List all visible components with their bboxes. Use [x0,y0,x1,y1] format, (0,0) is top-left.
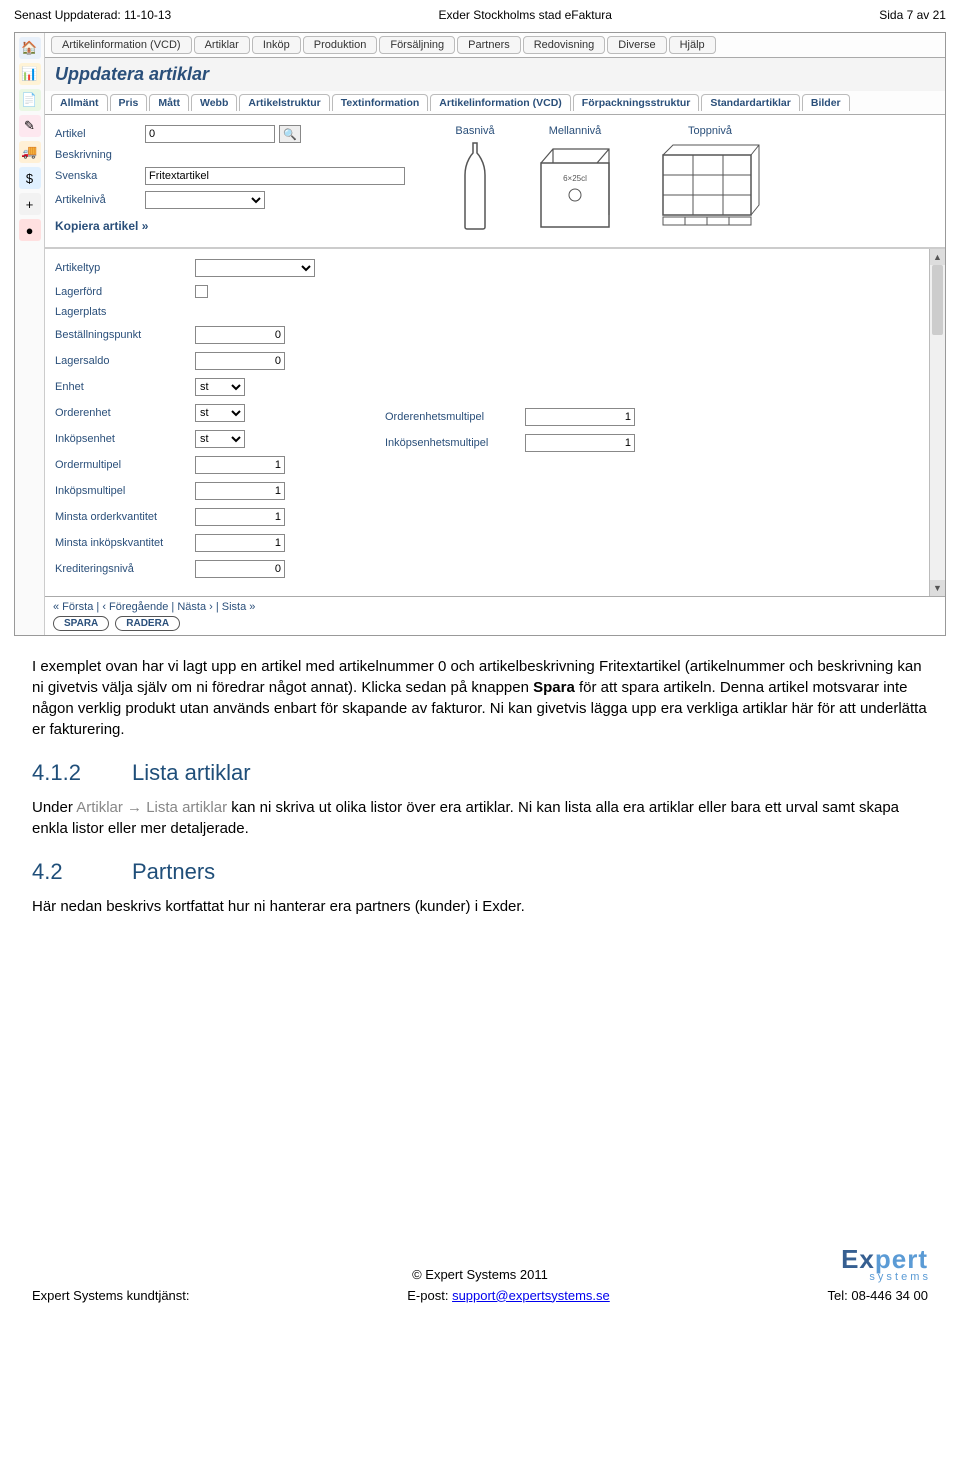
label-lagerford: Lagerförd [55,286,195,298]
app-sidebar: 🏠 📊 📄 ✎ 🚚 $ + ● [15,33,45,635]
scroll-thumb[interactable] [932,265,943,335]
label-artikelniva: Artikelnivå [55,194,145,206]
label-inkopsenhetsmultipel: Inköpsenhetsmultipel [385,437,525,449]
enhet-select[interactable]: st [195,378,245,396]
scroll-up-icon[interactable]: ▲ [930,249,945,265]
artikelniva-select[interactable] [145,191,265,209]
label-lagersaldo: Lagersaldo [55,355,195,367]
subtab[interactable]: Förpackningsstruktur [573,94,700,111]
sidebar-icon[interactable]: 📄 [19,89,41,111]
menu-item[interactable]: Produktion [303,36,378,54]
label-inkopsenhet: Inköpsenhet [55,433,195,445]
sidebar-icon[interactable]: $ [19,167,41,189]
svenska-input[interactable] [145,167,405,185]
pallet-icon [655,141,765,231]
label-artikel: Artikel [55,128,145,140]
doc-last-updated: Senast Uppdaterad: 11-10-13 [14,8,171,22]
ordermultipel-input[interactable] [195,456,285,474]
label-beskrivning: Beskrivning [55,149,145,161]
box-icon: 6×25cl [535,141,615,231]
minsta-inkopskvantitet-input[interactable] [195,534,285,552]
subtab[interactable]: Artikelinformation (VCD) [430,94,571,111]
copyright-text: © Expert Systems 2011 [32,1267,928,1282]
doc-title: Exder Stockholms stad eFaktura [439,8,612,22]
bestallningspunkt-input[interactable] [195,326,285,344]
menu-item[interactable]: Diverse [607,36,666,54]
menu-item[interactable]: Artiklar [194,36,250,54]
label-artikeltyp: Artikeltyp [55,262,195,274]
footer-left: Expert Systems kundtjänst: [32,1288,190,1303]
label-bestallningspunkt: Beställningspunkt [55,329,195,341]
label-minsta-orderkvantitet: Minsta orderkvantitet [55,511,195,523]
label-toppniva: Toppnivå [688,125,732,137]
spara-button[interactable]: SPARA [53,616,109,631]
inkopsmultipel-input[interactable] [195,482,285,500]
heading-4-1-2: 4.1.2Lista artiklar [32,758,928,789]
menu-item[interactable]: Partners [457,36,521,54]
subtab[interactable]: Pris [110,94,148,111]
subtab[interactable]: Standardartiklar [701,94,800,111]
inkopsenhet-select[interactable]: st [195,430,245,448]
app-menubar: Artikelinformation (VCD)ArtiklarInköpPro… [45,33,945,58]
menu-item[interactable]: Försäljning [379,36,455,54]
kopiera-artikel-link[interactable]: Kopiera artikel » [55,215,435,237]
orderenhet-select[interactable]: st [195,404,245,422]
label-enhet: Enhet [55,381,195,393]
paragraph-2: Under Artiklar → Lista artiklar kan ni s… [32,797,928,839]
menu-item[interactable]: Artikelinformation (VCD) [51,36,192,54]
menu-item[interactable]: Inköp [252,36,301,54]
label-lagerplats: Lagerplats [55,306,195,318]
sidebar-icon[interactable]: + [19,193,41,215]
sidebar-icon[interactable]: 🏠 [19,37,41,59]
sidebar-icon[interactable]: 📊 [19,63,41,85]
doc-page-num: Sida 7 av 21 [879,8,946,22]
support-email-link[interactable]: support@expertsystems.se [452,1288,610,1303]
menu-item[interactable]: Redovisning [523,36,606,54]
label-krediteringsniva: Krediteringsnivå [55,563,195,575]
footer-right: Tel: 08-446 34 00 [828,1288,928,1303]
pager-links[interactable]: « Första | ‹ Föregående | Nästa › | Sist… [53,601,937,613]
expert-systems-logo: Expert s y s t e m s [841,1244,928,1283]
svg-text:6×25cl: 6×25cl [563,174,587,183]
lagersaldo-input[interactable] [195,352,285,370]
label-inkopsmultipel: Inköpsmultipel [55,485,195,497]
artikel-input[interactable] [145,125,275,143]
label-svenska: Svenska [55,170,145,182]
label-orderenhet: Orderenhet [55,407,195,419]
menu-item[interactable]: Hjälp [669,36,716,54]
artikeltyp-select[interactable] [195,259,315,277]
sidebar-icon[interactable]: ✎ [19,115,41,137]
subtab-bar: AllmäntPrisMåttWebbArtikelstrukturTextin… [45,91,945,115]
heading-4-2: 4.2Partners [32,857,928,888]
scroll-down-icon[interactable]: ▼ [930,580,945,596]
subtab[interactable]: Webb [191,94,237,111]
lagerford-checkbox[interactable] [195,285,208,298]
radera-button[interactable]: RADERA [115,616,180,631]
page-title: Uppdatera artiklar [45,58,945,91]
label-basniva: Basnivå [455,125,494,137]
subtab[interactable]: Textinformation [332,94,429,111]
subtab[interactable]: Allmänt [51,94,108,111]
inkopsenhetsmultipel-input[interactable] [525,434,635,452]
sidebar-icon[interactable]: ● [19,219,41,241]
label-minsta-inkopskvantitet: Minsta inköpskvantitet [55,537,195,549]
krediteringsniva-input[interactable] [195,560,285,578]
subtab[interactable]: Bilder [802,94,850,111]
footer-mid: E-post: support@expertsystems.se [407,1288,610,1303]
sidebar-icon[interactable]: 🚚 [19,141,41,163]
app-screenshot: 🏠📊📄✎🚚$+● Artikelinformation (VCD)Artikla… [14,32,946,636]
subtab[interactable]: Artikelstruktur [239,94,329,111]
label-orderenhetsmultipel: Orderenhetsmultipel [385,411,525,423]
paragraph-1: I exemplet ovan har vi lagt upp en artik… [32,656,928,740]
vertical-scrollbar[interactable]: ▲ ▼ [929,249,945,596]
search-icon[interactable]: 🔍 [279,125,301,143]
label-mellanniva: Mellannivå [549,125,602,137]
label-ordermultipel: Ordermultipel [55,459,195,471]
minsta-orderkvantitet-input[interactable] [195,508,285,526]
subtab[interactable]: Mått [149,94,189,111]
paragraph-3: Här nedan beskrivs kortfattat hur ni han… [32,896,928,917]
bottle-icon [455,141,495,231]
orderenhetsmultipel-input[interactable] [525,408,635,426]
